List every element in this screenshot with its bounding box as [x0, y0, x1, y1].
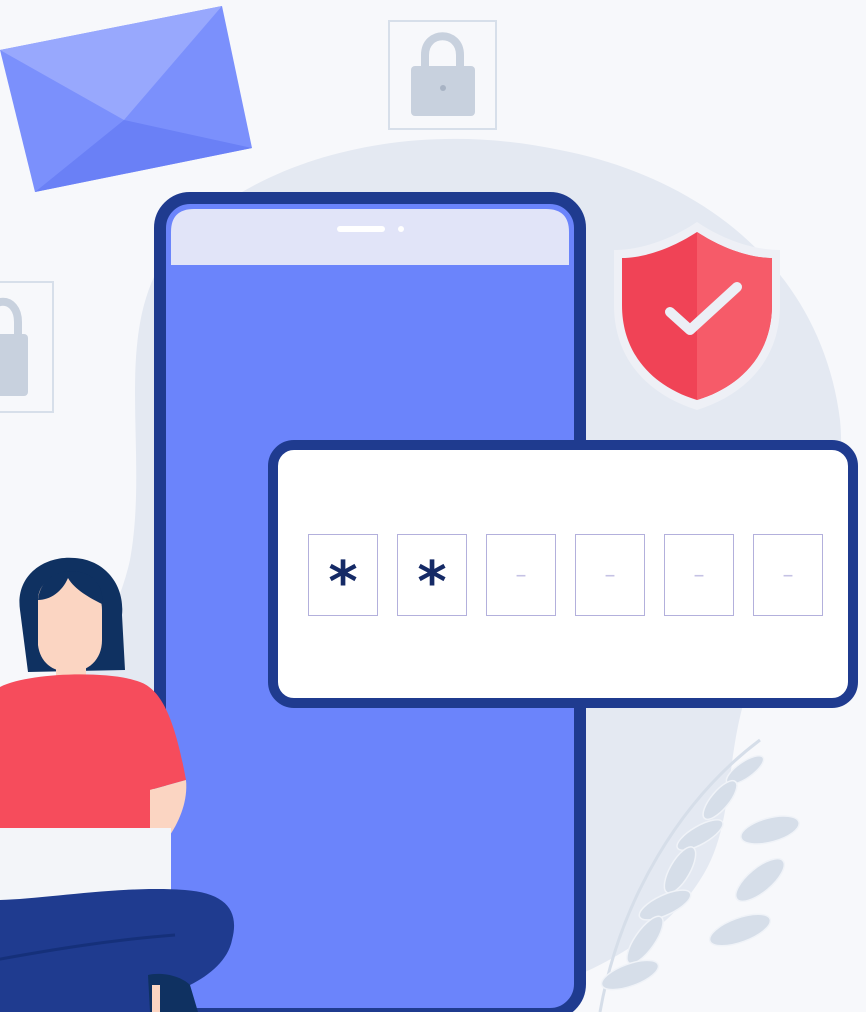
padlock-icon — [388, 20, 497, 130]
phone-speaker — [337, 226, 385, 232]
otp-code-card: * * – – – – — [268, 440, 858, 708]
otp-digit-1[interactable]: * — [308, 534, 378, 616]
phone-camera — [398, 226, 404, 232]
ankle — [152, 985, 160, 1012]
envelope-icon — [0, 6, 252, 192]
phone-header — [171, 209, 569, 265]
otp-digit-4[interactable]: – — [575, 534, 645, 616]
otp-digit-6[interactable]: – — [753, 534, 823, 616]
otp-digit-2[interactable]: * — [397, 534, 467, 616]
otp-digit-5[interactable]: – — [664, 534, 734, 616]
padlock-icon-left — [0, 281, 54, 413]
otp-digit-3[interactable]: – — [486, 534, 556, 616]
